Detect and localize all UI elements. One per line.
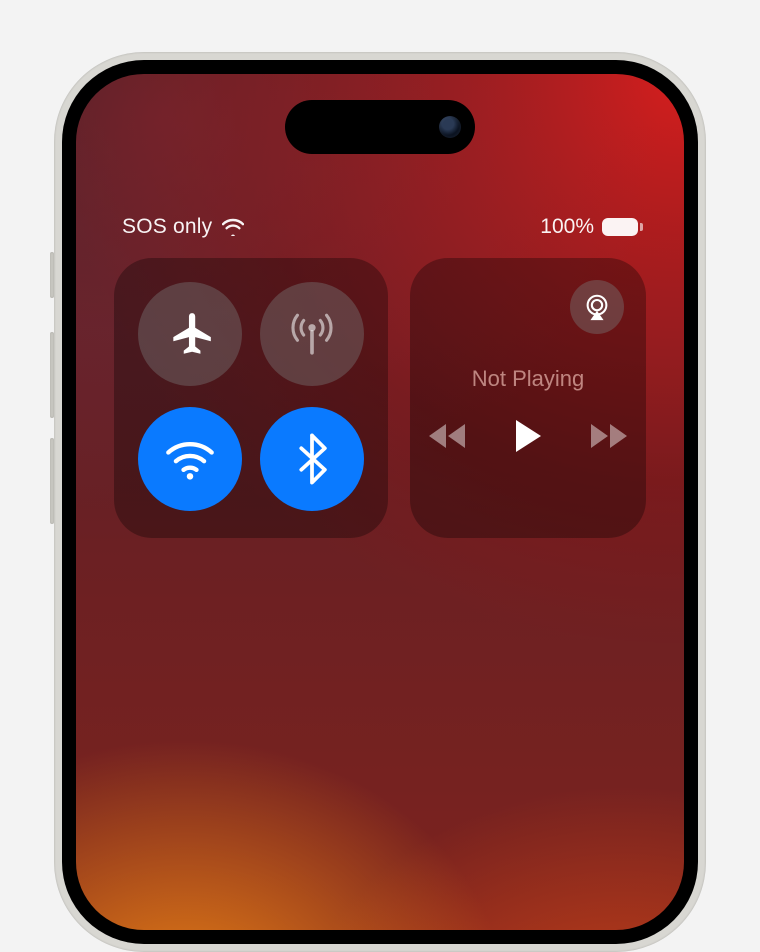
airplay-icon [582,292,612,322]
phone-volume-up-button [50,332,54,418]
battery-percent-text: 100% [540,215,594,239]
rewind-button[interactable] [425,422,469,450]
bluetooth-toggle[interactable] [260,407,364,511]
status-left: SOS only [122,215,244,239]
connectivity-tile[interactable] [114,258,388,538]
airplane-mode-toggle[interactable] [138,282,242,386]
wifi-icon [222,218,244,236]
battery-icon [602,218,638,236]
status-right: 100% [540,215,638,239]
media-tile[interactable]: Not Playing [410,258,646,538]
status-bar: SOS only 100% [76,212,684,242]
front-camera [439,116,461,138]
forward-icon [587,422,631,450]
media-transport [410,418,646,454]
wifi-icon [164,436,216,482]
carrier-status-text: SOS only [122,215,212,239]
airplane-icon [165,309,215,359]
cellular-data-toggle[interactable] [260,282,364,386]
dynamic-island [285,100,475,154]
rewind-icon [425,422,469,450]
wifi-toggle[interactable] [138,407,242,511]
airplay-button[interactable] [570,280,624,334]
cellular-antenna-icon [287,309,337,359]
phone-side-button [50,252,54,298]
play-icon [513,418,543,454]
bluetooth-icon [297,433,327,485]
now-playing-label: Not Playing [410,366,646,392]
phone-screen: SOS only 100% [76,74,684,930]
play-button[interactable] [513,418,543,454]
forward-button[interactable] [587,422,631,450]
phone-frame: SOS only 100% [54,52,706,952]
control-center: Not Playing [114,258,646,538]
phone-volume-down-button [50,438,54,524]
phone-bezel: SOS only 100% [62,60,698,944]
